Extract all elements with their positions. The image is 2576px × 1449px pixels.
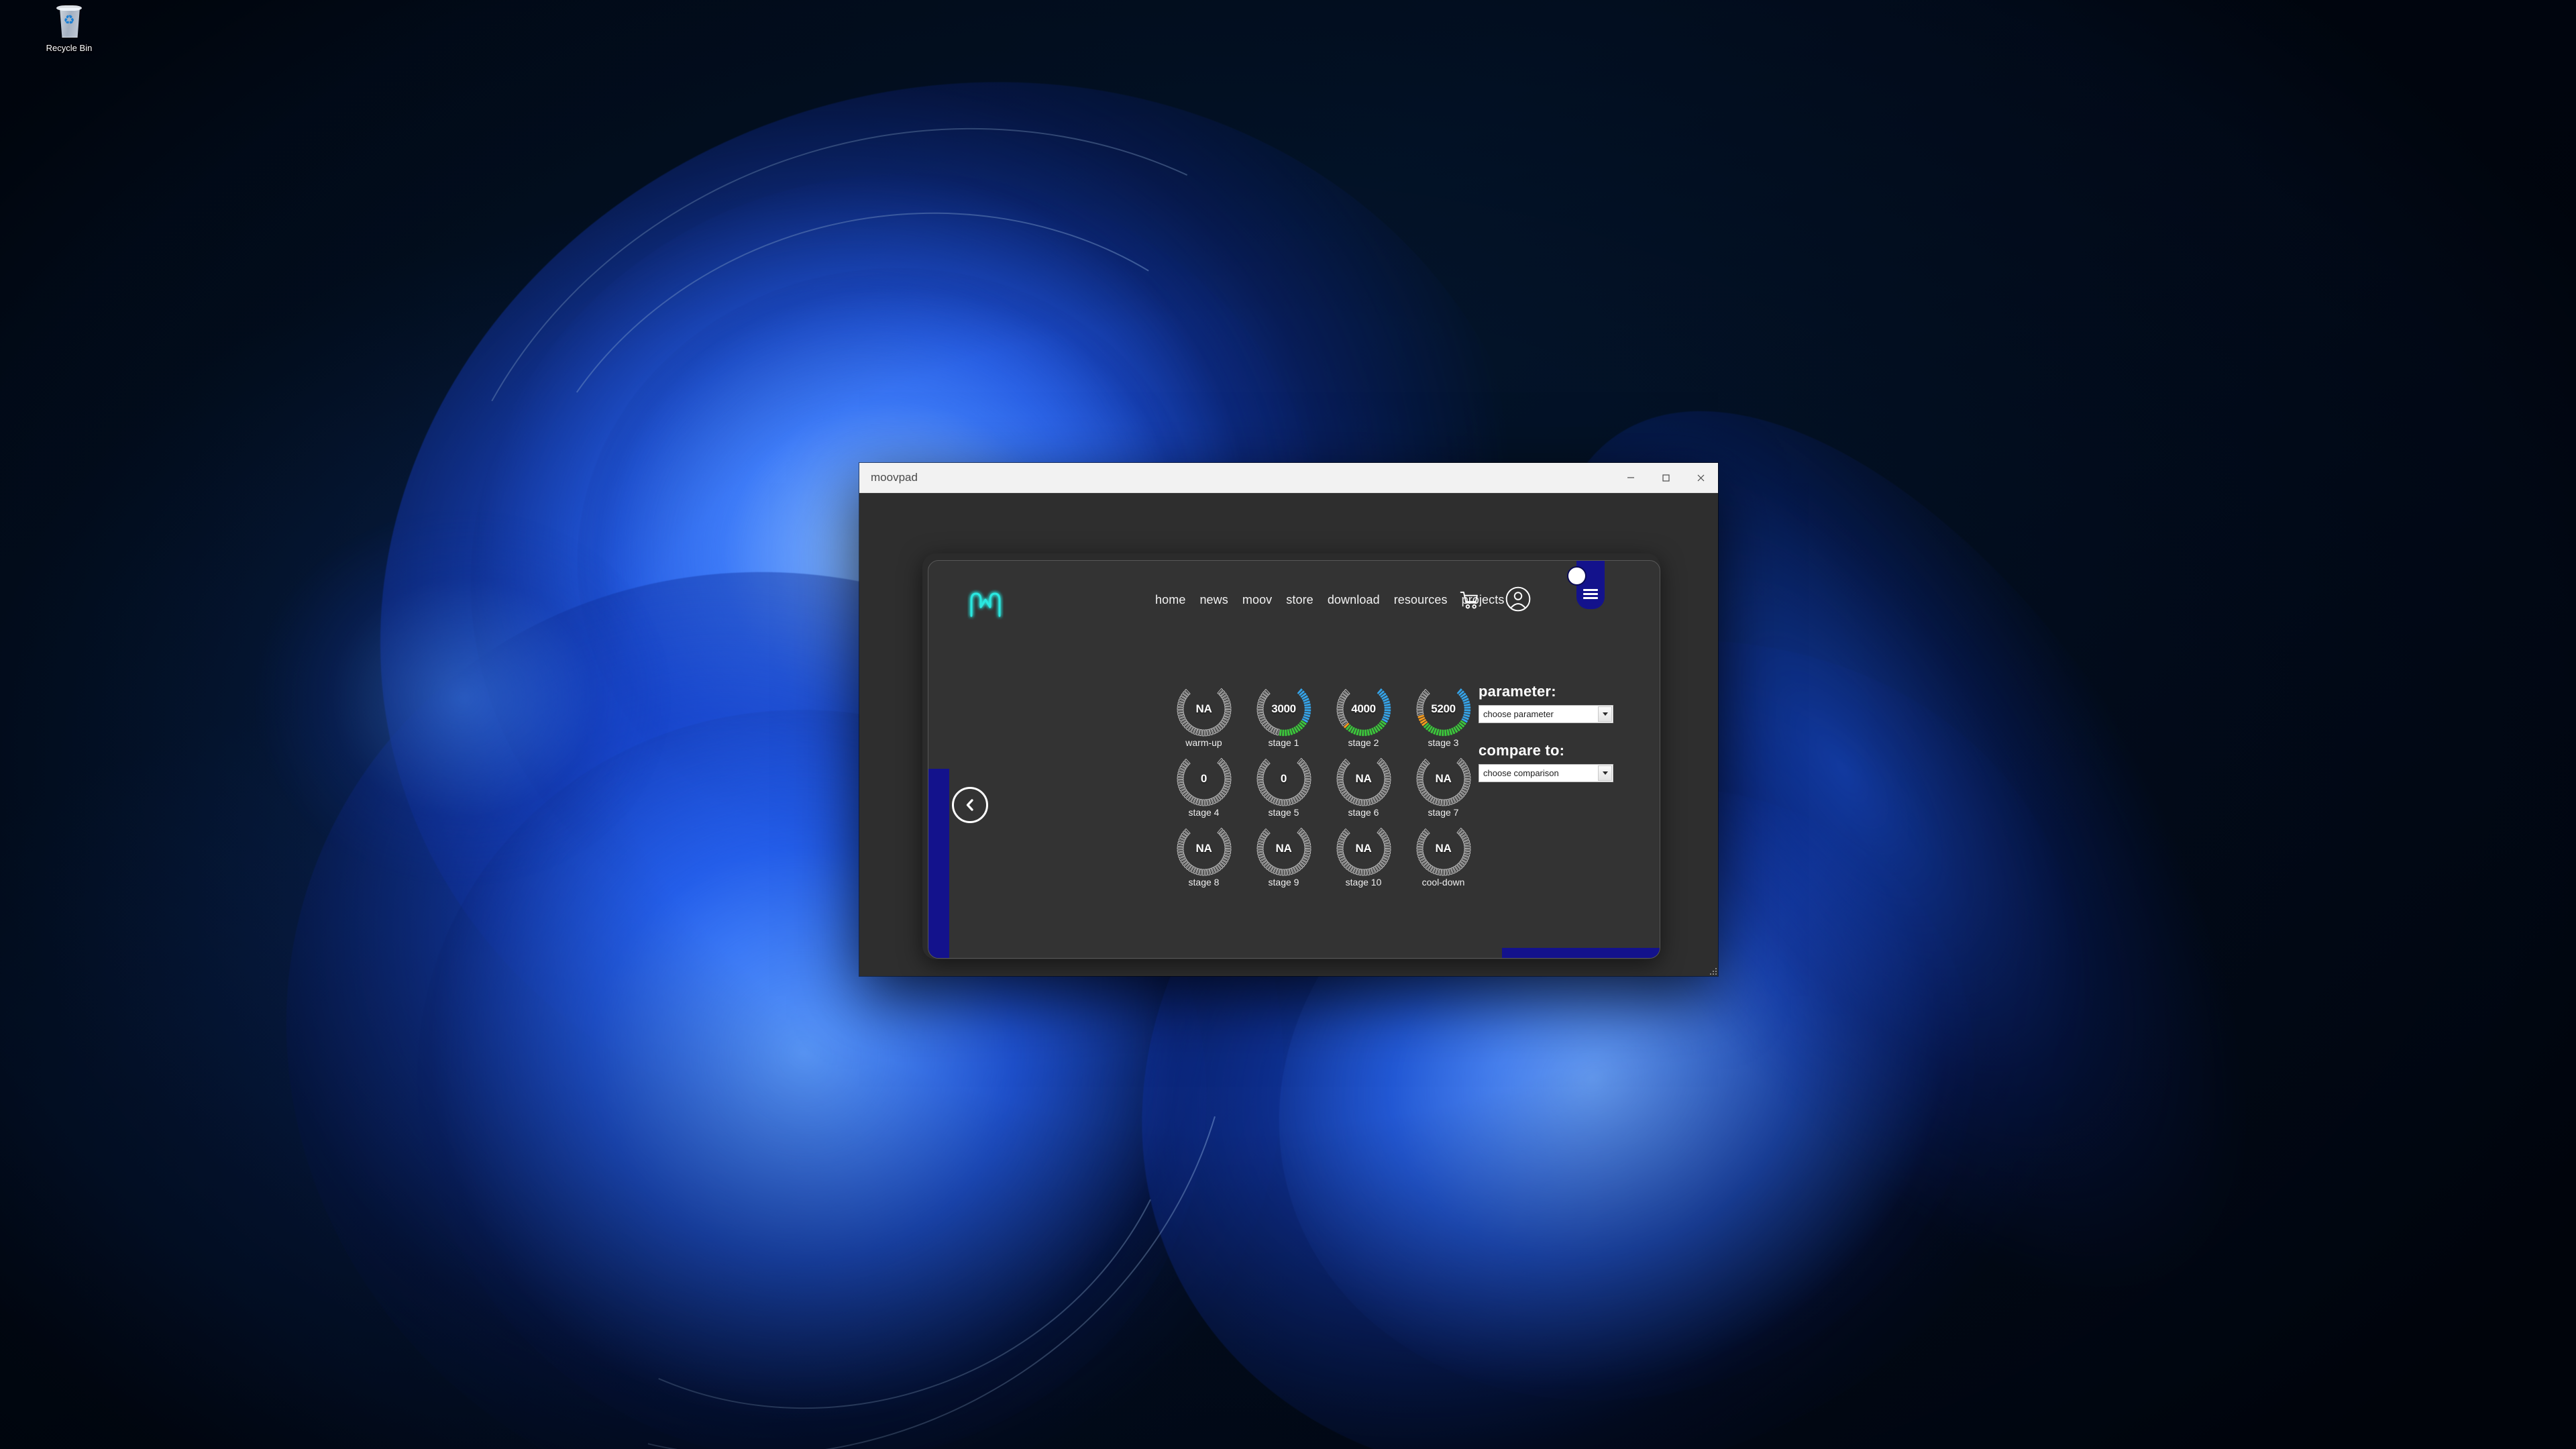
gauge-ring: NA bbox=[1333, 748, 1395, 808]
gauge-value: NA bbox=[1195, 842, 1212, 855]
gauge-ring: 0 bbox=[1173, 748, 1235, 808]
recycle-bin-icon: ♻ bbox=[51, 4, 87, 40]
gauge-stage-2[interactable]: 4000 stage 2 bbox=[1324, 678, 1403, 748]
gauge-ring: NA bbox=[1333, 818, 1395, 878]
bottom-accent-bar bbox=[1502, 948, 1660, 958]
gauge-value: NA bbox=[1435, 842, 1452, 855]
moov-logo-icon[interactable] bbox=[967, 589, 1004, 620]
gauge-warm-up[interactable]: NA warm-up bbox=[1165, 678, 1243, 748]
gauge-ring: 3000 bbox=[1253, 678, 1315, 739]
parameter-label: parameter: bbox=[1479, 683, 1556, 700]
compare-label: compare to: bbox=[1479, 742, 1565, 759]
nav-item-resources[interactable]: resources bbox=[1394, 593, 1448, 607]
content-panel: home news moov store download resources … bbox=[928, 560, 1660, 959]
gauge-value: 4000 bbox=[1351, 702, 1376, 715]
nav-item-news[interactable]: news bbox=[1199, 593, 1228, 607]
compare-select-value: choose comparison bbox=[1483, 768, 1559, 778]
gauge-stage-10[interactable]: NA stage 10 bbox=[1324, 818, 1403, 888]
maximize-icon[interactable] bbox=[1648, 463, 1683, 492]
gauge-ring: NA bbox=[1173, 818, 1235, 878]
gauge-value: NA bbox=[1435, 772, 1452, 785]
window-title: moovpad bbox=[871, 471, 918, 484]
parameter-select-value: choose parameter bbox=[1483, 709, 1554, 719]
gauge-value: 3000 bbox=[1271, 702, 1296, 715]
gauge-stage-4[interactable]: 0 stage 4 bbox=[1165, 748, 1243, 818]
nav-item-moov[interactable]: moov bbox=[1242, 593, 1272, 607]
minimize-icon[interactable] bbox=[1613, 463, 1648, 492]
compare-select[interactable]: choose comparison bbox=[1479, 764, 1613, 782]
window-controls bbox=[1613, 463, 1718, 492]
gauge-stage-7[interactable]: NA stage 7 bbox=[1404, 748, 1483, 818]
gauge-ring: NA bbox=[1253, 818, 1315, 878]
gauge-stage-5[interactable]: 0 stage 5 bbox=[1244, 748, 1323, 818]
gauge-value: NA bbox=[1355, 842, 1372, 855]
gauge-ring: 4000 bbox=[1333, 678, 1395, 739]
gauge-value: 5200 bbox=[1431, 702, 1456, 715]
gauge-cool-down[interactable]: NA cool-down bbox=[1404, 818, 1483, 888]
gauge-value: NA bbox=[1355, 772, 1372, 785]
user-account-icon[interactable] bbox=[1504, 585, 1532, 613]
desktop-icon-recycle-bin[interactable]: ♻ Recycle Bin bbox=[5, 4, 133, 53]
gauge-grid: NA warm-up 3000 stage 1 4000 stage 2 5200 stage… bbox=[1165, 678, 1483, 888]
gauge-value: NA bbox=[1275, 842, 1292, 855]
gauge-ring: 5200 bbox=[1413, 678, 1474, 739]
gauge-stage-3[interactable]: 5200 stage 3 bbox=[1404, 678, 1483, 748]
recycle-bin-label: Recycle Bin bbox=[46, 43, 93, 53]
gauge-ring: NA bbox=[1413, 818, 1474, 878]
window-title-bar[interactable]: moovpad bbox=[859, 463, 1718, 493]
chevron-down-icon[interactable] bbox=[1598, 765, 1612, 781]
menu-widget[interactable] bbox=[1567, 561, 1605, 609]
gauge-value: 0 bbox=[1200, 772, 1208, 785]
parameter-select[interactable]: choose parameter bbox=[1479, 705, 1613, 723]
main-nav: home news moov store download resources … bbox=[1155, 593, 1504, 607]
gauge-ring: NA bbox=[1173, 678, 1235, 739]
site-header: home news moov store download resources … bbox=[928, 561, 1660, 640]
gauge-stage-9[interactable]: NA stage 9 bbox=[1244, 818, 1323, 888]
chevron-down-icon[interactable] bbox=[1598, 706, 1612, 722]
gauge-value: 0 bbox=[1280, 772, 1287, 785]
nav-item-home[interactable]: home bbox=[1155, 593, 1185, 607]
gauge-value: NA bbox=[1195, 702, 1212, 715]
resize-grip[interactable] bbox=[1707, 965, 1717, 975]
gauge-ring: 0 bbox=[1253, 748, 1315, 808]
gauge-stage-6[interactable]: NA stage 6 bbox=[1324, 748, 1403, 818]
nav-item-store[interactable]: store bbox=[1286, 593, 1313, 607]
hamburger-menu-icon[interactable] bbox=[1583, 589, 1598, 601]
carousel-prev-arrow-icon[interactable] bbox=[952, 787, 988, 823]
toggle-knob-icon[interactable] bbox=[1567, 566, 1587, 586]
shopping-cart-icon[interactable] bbox=[1458, 589, 1481, 612]
gauge-ring: NA bbox=[1413, 748, 1474, 808]
gauge-stage-8[interactable]: NA stage 8 bbox=[1165, 818, 1243, 888]
app-window: moovpad home news moov store download re… bbox=[859, 463, 1718, 976]
nav-item-download[interactable]: download bbox=[1328, 593, 1380, 607]
close-icon[interactable] bbox=[1683, 463, 1718, 492]
left-accent-bar bbox=[928, 769, 949, 958]
controls-column: parameter: choose parameter compare to: … bbox=[1479, 683, 1640, 801]
gauge-stage-1[interactable]: 3000 stage 1 bbox=[1244, 678, 1323, 748]
desktop: ♻ Recycle Bin moovpad home news moov sto… bbox=[0, 0, 2576, 1449]
window-client-area: home news moov store download resources … bbox=[859, 493, 1718, 976]
